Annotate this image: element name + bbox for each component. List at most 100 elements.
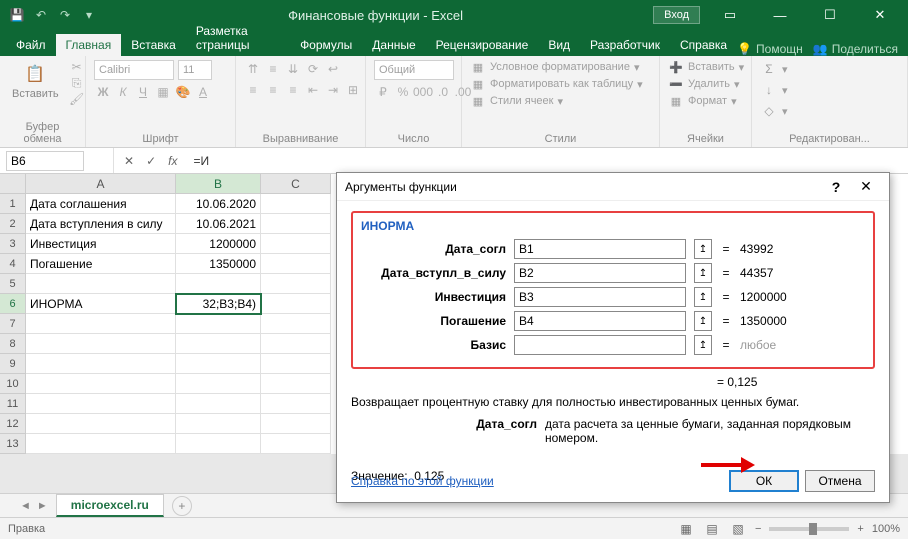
cell[interactable] [261,274,331,294]
tell-me[interactable]: 💡Помощн [737,42,803,56]
number-format-select[interactable] [374,60,454,80]
arg-input-4[interactable] [514,335,686,355]
qat-more-icon[interactable]: ▾ [80,6,98,24]
format-cells-button[interactable]: ▦Формат ▾ [668,94,737,108]
indent-dec-icon[interactable]: ⇤ [304,81,322,99]
fill-down-icon[interactable]: ↓ [760,81,778,99]
cell[interactable] [261,294,331,314]
dialog-close-icon[interactable]: ✕ [851,178,881,195]
cell[interactable] [176,414,261,434]
cell[interactable] [176,274,261,294]
cell[interactable] [176,394,261,414]
minimize-icon[interactable]: — [760,0,800,30]
currency-icon[interactable]: ₽ [374,83,392,101]
cell[interactable] [261,394,331,414]
arg-input-1[interactable] [514,263,686,283]
row-header[interactable]: 6 [0,294,26,314]
col-header-a[interactable]: A [26,174,176,194]
cell[interactable] [26,434,176,454]
border-icon[interactable]: ▦ [154,83,172,101]
underline-icon[interactable]: Ч [134,83,152,101]
zoom-level[interactable]: 100% [872,523,900,535]
tab-developer[interactable]: Разработчик [580,34,670,56]
refedit-icon[interactable]: ↥ [694,239,712,259]
cell[interactable]: Погашение [26,254,176,274]
indent-inc-icon[interactable]: ⇥ [324,81,342,99]
cell[interactable] [261,374,331,394]
cell[interactable] [176,354,261,374]
function-help-link[interactable]: Справка по этой функции [351,474,494,488]
cell[interactable] [261,434,331,454]
align-center-icon[interactable]: ≡ [264,81,282,99]
percent-icon[interactable]: % [394,83,412,101]
cell-active[interactable]: 32;B3;B4) [176,294,261,314]
name-box[interactable] [6,151,84,171]
cell[interactable] [26,374,176,394]
clear-icon[interactable]: ◇ [760,102,778,120]
cell[interactable] [261,214,331,234]
align-top-icon[interactable]: ⇈ [244,60,262,78]
cell[interactable] [261,254,331,274]
refedit-icon[interactable]: ↥ [694,311,712,331]
view-normal-icon[interactable]: ▦ [677,520,695,538]
sheet-prev-icon[interactable]: ◄ [20,500,31,512]
cell[interactable] [176,434,261,454]
cell[interactable]: ИНОРМА [26,294,176,314]
align-left-icon[interactable]: ≡ [244,81,262,99]
refedit-icon[interactable]: ↥ [694,287,712,307]
cell[interactable]: Дата соглашения [26,194,176,214]
tab-layout[interactable]: Разметка страницы [186,20,290,56]
sheet-next-icon[interactable]: ► [37,500,48,512]
tab-formulas[interactable]: Формулы [290,34,362,56]
merge-icon[interactable]: ⊞ [344,81,362,99]
font-size-select[interactable] [178,60,212,80]
align-bot-icon[interactable]: ⇊ [284,60,302,78]
ribbon-options-icon[interactable]: ▭ [710,0,750,30]
cell[interactable] [261,234,331,254]
row-header[interactable]: 1 [0,194,26,214]
cond-format-button[interactable]: ▦Условное форматирование ▾ [470,60,639,74]
align-right-icon[interactable]: ≡ [284,81,302,99]
refedit-icon[interactable]: ↥ [694,335,712,355]
col-header-b[interactable]: B [176,174,261,194]
cell[interactable] [261,334,331,354]
cell[interactable] [26,354,176,374]
view-break-icon[interactable]: ▧ [729,520,747,538]
cell[interactable] [261,194,331,214]
copy-icon[interactable]: ⎘ [69,76,85,90]
cell[interactable]: 1350000 [176,254,261,274]
orient-icon[interactable]: ⟳ [304,60,322,78]
zoom-slider[interactable] [769,527,849,531]
cell[interactable]: Инвестиция [26,234,176,254]
view-layout-icon[interactable]: ▤ [703,520,721,538]
cell[interactable]: 10.06.2021 [176,214,261,234]
zoom-out-icon[interactable]: − [755,523,761,535]
format-painter-icon[interactable]: 🖌 [69,92,85,106]
cell[interactable] [176,334,261,354]
row-header[interactable]: 10 [0,374,26,394]
arg-input-3[interactable] [514,311,686,331]
cell[interactable] [26,314,176,334]
autosum-icon[interactable]: Σ [760,60,778,78]
arg-input-2[interactable] [514,287,686,307]
paste-button[interactable]: 📋Вставить [8,60,63,102]
row-header[interactable]: 2 [0,214,26,234]
row-header[interactable]: 8 [0,334,26,354]
dialog-help-icon[interactable]: ? [821,179,851,195]
share-button[interactable]: 👥Поделиться [813,42,898,56]
delete-cells-button[interactable]: ➖Удалить ▾ [668,77,740,91]
formula-input[interactable]: =И [187,152,908,170]
login-button[interactable]: Вход [653,6,700,24]
autosave-icon[interactable]: 💾 [8,6,26,24]
cell[interactable] [176,314,261,334]
cell[interactable] [26,274,176,294]
row-header[interactable]: 12 [0,414,26,434]
cell[interactable]: Дата вступления в силу [26,214,176,234]
row-header[interactable]: 5 [0,274,26,294]
cancel-edit-icon[interactable]: ✕ [124,154,134,168]
wrap-icon[interactable]: ↩ [324,60,342,78]
inc-dec-icon[interactable]: .0 [434,83,452,101]
row-header[interactable]: 4 [0,254,26,274]
align-mid-icon[interactable]: ≡ [264,60,282,78]
cell[interactable] [261,354,331,374]
